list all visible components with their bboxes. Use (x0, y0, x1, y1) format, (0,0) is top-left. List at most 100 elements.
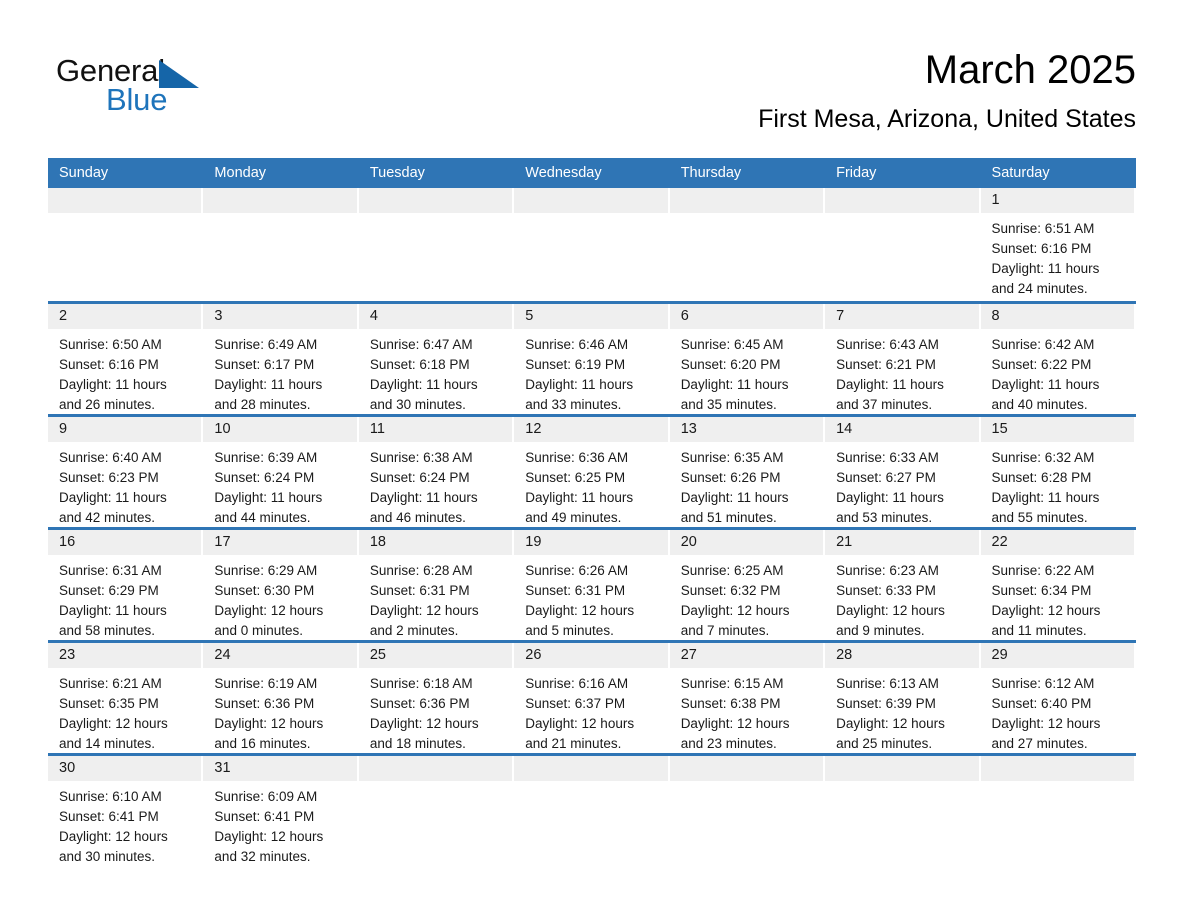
day-detail-line: Sunset: 6:33 PM (836, 583, 936, 598)
day-detail-line: Sunrise: 6:21 AM (59, 676, 162, 691)
day-cell[interactable]: 1 Sunrise: 6:51 AM Sunset: 6:16 PM Daylight… (980, 188, 1136, 301)
day-detail-line: and 24 minutes. (991, 281, 1088, 296)
day-detail-line: and 28 minutes. (214, 397, 311, 412)
day-detail-line: Daylight: 12 hours (214, 603, 324, 618)
day-cell-empty (514, 756, 670, 871)
day-number: 16 (48, 530, 204, 555)
day-detail-line: Daylight: 12 hours (525, 603, 635, 618)
day-details: Sunrise: 6:19 AM Sunset: 6:36 PM Daylight:… (203, 668, 358, 764)
day-detail-line: Sunrise: 6:50 AM (59, 337, 162, 352)
day-cell-empty (825, 756, 981, 871)
day-cell[interactable]: 22 Sunrise: 6:22 AM Sunset: 6:34 PM Dayligh… (980, 530, 1136, 640)
day-details: Sunrise: 6:12 AM Sunset: 6:40 PM Daylight:… (981, 668, 1136, 764)
day-number (980, 756, 1136, 781)
general-blue-logo: General Blue (56, 54, 256, 126)
day-cell[interactable]: 21 Sunrise: 6:23 AM Sunset: 6:33 PM Dayligh… (825, 530, 981, 640)
day-cell[interactable]: 29 Sunrise: 6:12 AM Sunset: 6:40 PM Dayligh… (980, 643, 1136, 753)
day-detail-line: and 30 minutes. (369, 397, 466, 412)
day-details: Sunrise: 6:28 AM Sunset: 6:31 PM Daylight:… (359, 555, 514, 651)
day-details: Sunrise: 6:31 AM Sunset: 6:29 PM Daylight:… (48, 555, 203, 651)
day-cell[interactable]: 13 Sunrise: 6:35 AM Sunset: 6:26 PM Dayligh… (669, 417, 826, 527)
day-detail-line: Sunrise: 6:18 AM (369, 676, 473, 691)
day-detail-line: Daylight: 11 hours (836, 490, 944, 505)
day-cell[interactable]: 11 Sunrise: 6:38 AM Sunset: 6:24 PM Dayligh… (358, 417, 515, 527)
day-cell[interactable]: 15 Sunrise: 6:32 AM Sunset: 6:28 PM Dayligh… (980, 417, 1136, 527)
day-cell[interactable]: 28 Sunrise: 6:13 AM Sunset: 6:39 PM Dayligh… (825, 643, 981, 753)
day-detail-line: Sunset: 6:29 PM (59, 583, 159, 598)
day-cell[interactable]: 27 Sunrise: 6:15 AM Sunset: 6:38 PM Dayligh… (669, 643, 826, 753)
day-number: 18 (358, 530, 515, 555)
day-detail-line: Sunset: 6:38 PM (680, 696, 781, 711)
day-detail-line: and 25 minutes. (836, 736, 933, 751)
day-detail-line: and 0 minutes. (214, 623, 303, 638)
day-cell[interactable]: 17 Sunrise: 6:29 AM Sunset: 6:30 PM Dayligh… (203, 530, 359, 640)
day-detail-line: Sunset: 6:35 PM (59, 696, 159, 711)
day-cell[interactable]: 25 Sunrise: 6:18 AM Sunset: 6:36 PM Dayligh… (358, 643, 515, 753)
day-cell[interactable]: 20 Sunrise: 6:25 AM Sunset: 6:32 PM Dayligh… (669, 530, 826, 640)
day-cell[interactable]: 5 Sunrise: 6:46 AM Sunset: 6:19 PM Daylight… (514, 304, 670, 414)
day-cell-empty (669, 188, 826, 301)
day-detail-line: Daylight: 11 hours (525, 490, 634, 505)
day-detail-line: Sunrise: 6:42 AM (991, 337, 1095, 352)
day-details: Sunrise: 6:39 AM Sunset: 6:24 PM Daylight:… (203, 442, 358, 538)
day-details (981, 781, 1136, 797)
day-cell[interactable]: 4 Sunrise: 6:47 AM Sunset: 6:18 PM Daylight… (358, 304, 515, 414)
day-cell[interactable]: 31 Sunrise: 6:09 AM Sunset: 6:41 PM Dayligh… (203, 756, 359, 871)
day-cell[interactable]: 2 Sunrise: 6:50 AM Sunset: 6:16 PM Daylight… (48, 304, 204, 414)
day-cell[interactable]: 10 Sunrise: 6:39 AM Sunset: 6:24 PM Dayligh… (203, 417, 359, 527)
day-cell[interactable]: 14 Sunrise: 6:33 AM Sunset: 6:27 PM Dayligh… (825, 417, 981, 527)
day-number: 4 (358, 304, 515, 329)
day-detail-line: Sunset: 6:20 PM (680, 357, 781, 372)
day-number: 12 (514, 417, 670, 442)
day-cell[interactable]: 16 Sunrise: 6:31 AM Sunset: 6:29 PM Dayligh… (48, 530, 204, 640)
day-number: 10 (203, 417, 359, 442)
day-detail-line: Daylight: 11 hours (369, 490, 478, 505)
day-cell[interactable]: 18 Sunrise: 6:28 AM Sunset: 6:31 PM Dayligh… (358, 530, 515, 640)
day-detail-line: Sunset: 6:22 PM (991, 357, 1092, 372)
day-details: Sunrise: 6:43 AM Sunset: 6:21 PM Daylight:… (825, 329, 980, 425)
day-detail-line: Daylight: 12 hours (369, 716, 479, 731)
day-cell[interactable]: 24 Sunrise: 6:19 AM Sunset: 6:36 PM Dayligh… (203, 643, 359, 753)
day-detail-line: and 32 minutes. (214, 849, 311, 864)
day-cell-empty (825, 188, 981, 301)
day-number: 24 (203, 643, 359, 668)
day-detail-line: and 11 minutes. (991, 623, 1087, 638)
day-number: 30 (48, 756, 204, 781)
day-details (203, 213, 358, 229)
day-detail-line: Sunrise: 6:16 AM (525, 676, 629, 691)
day-cell[interactable]: 3 Sunrise: 6:49 AM Sunset: 6:17 PM Daylight… (203, 304, 359, 414)
day-cell[interactable]: 19 Sunrise: 6:26 AM Sunset: 6:31 PM Dayligh… (514, 530, 670, 640)
day-detail-line: Sunset: 6:17 PM (214, 357, 315, 372)
day-number (203, 188, 359, 213)
day-detail-line: Sunrise: 6:35 AM (680, 450, 784, 465)
day-cell[interactable]: 30 Sunrise: 6:10 AM Sunset: 6:41 PM Dayligh… (48, 756, 204, 871)
day-detail-line: Sunset: 6:18 PM (369, 357, 470, 372)
day-detail-line: and 37 minutes. (836, 397, 933, 412)
day-number: 22 (980, 530, 1136, 555)
day-number: 19 (514, 530, 670, 555)
day-details: Sunrise: 6:26 AM Sunset: 6:31 PM Daylight:… (514, 555, 669, 651)
week-row: 23 Sunrise: 6:21 AM Sunset: 6:35 PM Dayligh… (48, 640, 1136, 753)
day-number: 14 (825, 417, 981, 442)
day-detail-line: Sunrise: 6:19 AM (214, 676, 318, 691)
day-detail-line: Sunset: 6:41 PM (214, 809, 315, 824)
day-cell[interactable]: 7 Sunrise: 6:43 AM Sunset: 6:21 PM Daylight… (825, 304, 981, 414)
day-cell[interactable]: 23 Sunrise: 6:21 AM Sunset: 6:35 PM Dayligh… (48, 643, 204, 753)
day-details: Sunrise: 6:33 AM Sunset: 6:27 PM Daylight:… (825, 442, 980, 538)
day-detail-line: Sunrise: 6:32 AM (991, 450, 1095, 465)
day-detail-line: and 44 minutes. (214, 510, 311, 525)
day-detail-line: Daylight: 12 hours (836, 716, 945, 731)
day-details (670, 213, 825, 229)
day-cell[interactable]: 6 Sunrise: 6:45 AM Sunset: 6:20 PM Daylight… (669, 304, 826, 414)
day-cell[interactable]: 8 Sunrise: 6:42 AM Sunset: 6:22 PM Daylight… (980, 304, 1136, 414)
weekday-thursday: Thursday (680, 165, 742, 181)
day-cell[interactable]: 9 Sunrise: 6:40 AM Sunset: 6:23 PM Daylight… (48, 417, 204, 527)
day-number: 28 (825, 643, 981, 668)
day-detail-line: Sunset: 6:25 PM (525, 470, 626, 485)
day-number: 7 (825, 304, 981, 329)
day-detail-line: Sunset: 6:23 PM (59, 470, 159, 485)
day-cell[interactable]: 12 Sunrise: 6:36 AM Sunset: 6:25 PM Dayligh… (514, 417, 670, 527)
day-cell[interactable]: 26 Sunrise: 6:16 AM Sunset: 6:37 PM Dayligh… (514, 643, 670, 753)
day-details (514, 213, 669, 229)
day-details: Sunrise: 6:10 AM Sunset: 6:41 PM Daylight:… (48, 781, 203, 877)
